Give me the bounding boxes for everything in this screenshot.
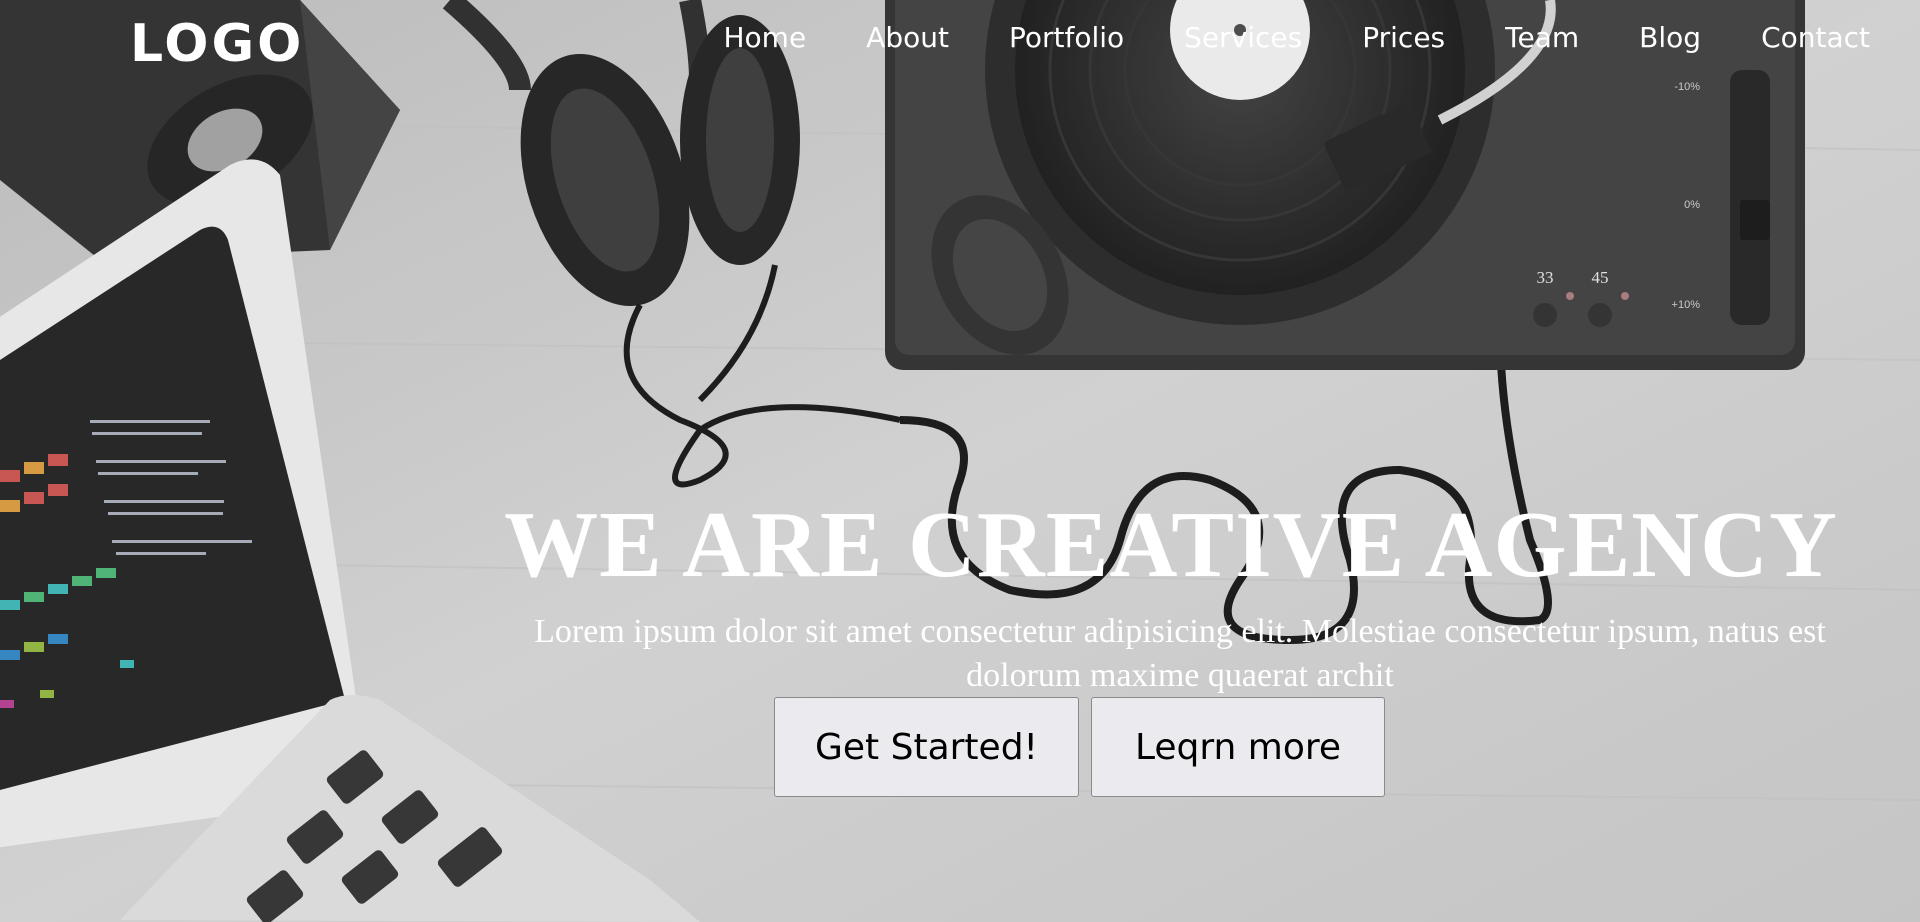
nav-blog[interactable]: Blog (1639, 18, 1701, 58)
site-logo[interactable]: LOGO (130, 14, 304, 74)
hero-actions: Get Started! Leqrn more (774, 697, 1385, 797)
get-started-button[interactable]: Get Started! (774, 697, 1079, 797)
nav-prices[interactable]: Prices (1362, 18, 1445, 58)
nav-portfolio[interactable]: Portfolio (1009, 18, 1124, 58)
hero-title: WE ARE CREATIVE AGENCY (504, 493, 1838, 597)
nav-about[interactable]: About (866, 18, 949, 58)
nav-contact[interactable]: Contact (1761, 18, 1870, 58)
hero-subtitle: Lorem ipsum dolor sit amet consectetur a… (534, 613, 1826, 694)
nav-team[interactable]: Team (1505, 18, 1579, 58)
learn-more-button[interactable]: Leqrn more (1091, 697, 1385, 797)
site-header: LOGO Home About Portfolio Services Price… (0, 0, 1920, 80)
main-nav: Home About Portfolio Services Prices Tea… (663, 18, 1870, 58)
nav-services[interactable]: Services (1184, 18, 1302, 58)
nav-home[interactable]: Home (723, 18, 806, 58)
